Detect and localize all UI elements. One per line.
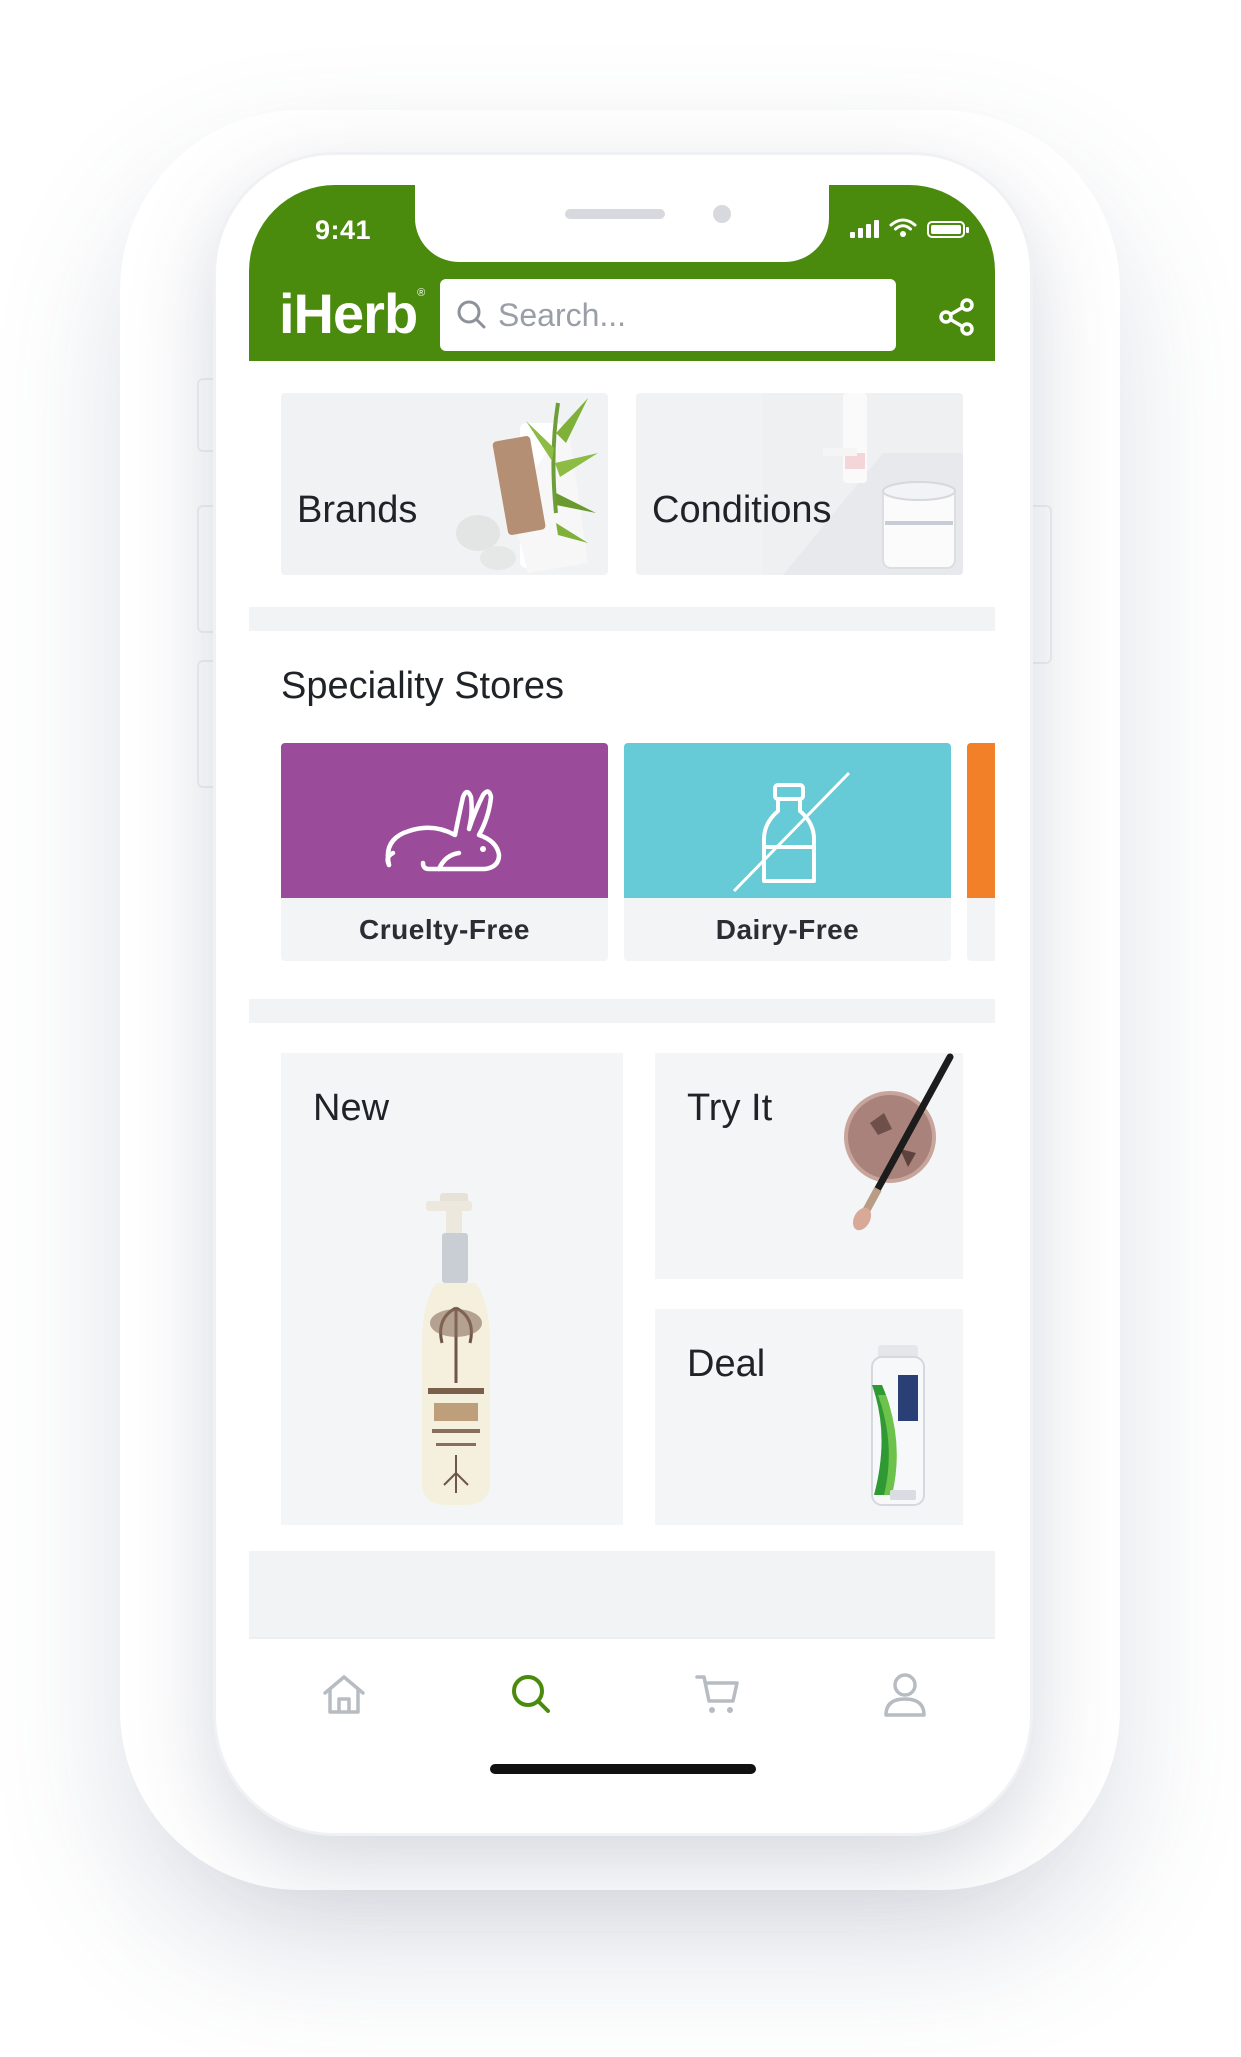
store-card-banner (281, 743, 608, 898)
status-icons (850, 218, 969, 238)
speaker-grille (565, 209, 665, 219)
store-name: Cruelty-Free (359, 914, 530, 945)
notch (415, 185, 829, 262)
rabbit-icon (385, 789, 502, 872)
search-input[interactable] (496, 295, 880, 335)
status-time: 9:41 (315, 215, 372, 245)
home-icon[interactable] (319, 1669, 369, 1719)
store-name: Dairy-Free (715, 914, 860, 945)
coconut-wash-bottle-image (422, 1193, 490, 1505)
browse-section: Brands Conditions (249, 361, 995, 607)
iherb-logo[interactable]: iHerb® (279, 281, 425, 346)
share-icon[interactable] (937, 297, 977, 337)
brands-product-image (456, 398, 598, 573)
search-bar[interactable] (440, 279, 896, 351)
conditions-label: Conditions (652, 489, 832, 531)
speciality-stores-section: Speciality Stores Cruelty-Free Dairy-Fre… (249, 631, 995, 999)
store-card-partial[interactable] (967, 743, 995, 961)
tab-bar (249, 1637, 995, 1801)
brands-label: Brands (297, 489, 418, 531)
eyeshadow-brush-image (844, 1053, 954, 1231)
registered-mark: ® (417, 287, 425, 299)
promo-section: New Try It Deal (249, 1023, 995, 1551)
app-header: 9:41 iHerb® (249, 185, 995, 361)
section-title: Speciality Stores (281, 665, 565, 707)
new-label: New (313, 1087, 390, 1129)
signal-icon (850, 218, 879, 238)
search-icon (457, 300, 486, 329)
logo-text: iHerb (279, 282, 418, 345)
try-it-tile[interactable]: Try It (655, 1053, 963, 1279)
cart-icon[interactable] (693, 1669, 743, 1719)
store-card-dairy-free[interactable]: Dairy-Free (624, 743, 951, 961)
power-button (1028, 505, 1052, 664)
shampoo-bottle-image (871, 1345, 925, 1506)
brands-tile[interactable]: Brands (281, 393, 608, 575)
search-icon[interactable] (506, 1669, 556, 1719)
store-card-banner (967, 743, 995, 898)
app-screen: 9:41 iHerb® Search... Brands Conditions … (249, 185, 995, 1801)
front-camera (713, 205, 731, 223)
home-indicator[interactable] (490, 1764, 756, 1774)
conditions-tile[interactable]: Conditions (636, 393, 963, 575)
conditions-product-image (763, 393, 963, 575)
account-icon[interactable] (880, 1669, 930, 1719)
no-milk-bottle-icon (732, 771, 851, 893)
deal-tile[interactable]: Deal (655, 1309, 963, 1525)
store-card-banner (624, 743, 951, 898)
try-it-label: Try It (687, 1087, 773, 1129)
content-area: Brands Conditions Speciality Stores Crue… (249, 361, 995, 1661)
new-tile[interactable]: New (281, 1053, 623, 1525)
store-name (967, 898, 995, 961)
battery-icon (927, 221, 969, 238)
deal-label: Deal (687, 1343, 766, 1385)
store-card-cruelty-free[interactable]: Cruelty-Free (281, 743, 608, 961)
wifi-icon (889, 218, 917, 237)
